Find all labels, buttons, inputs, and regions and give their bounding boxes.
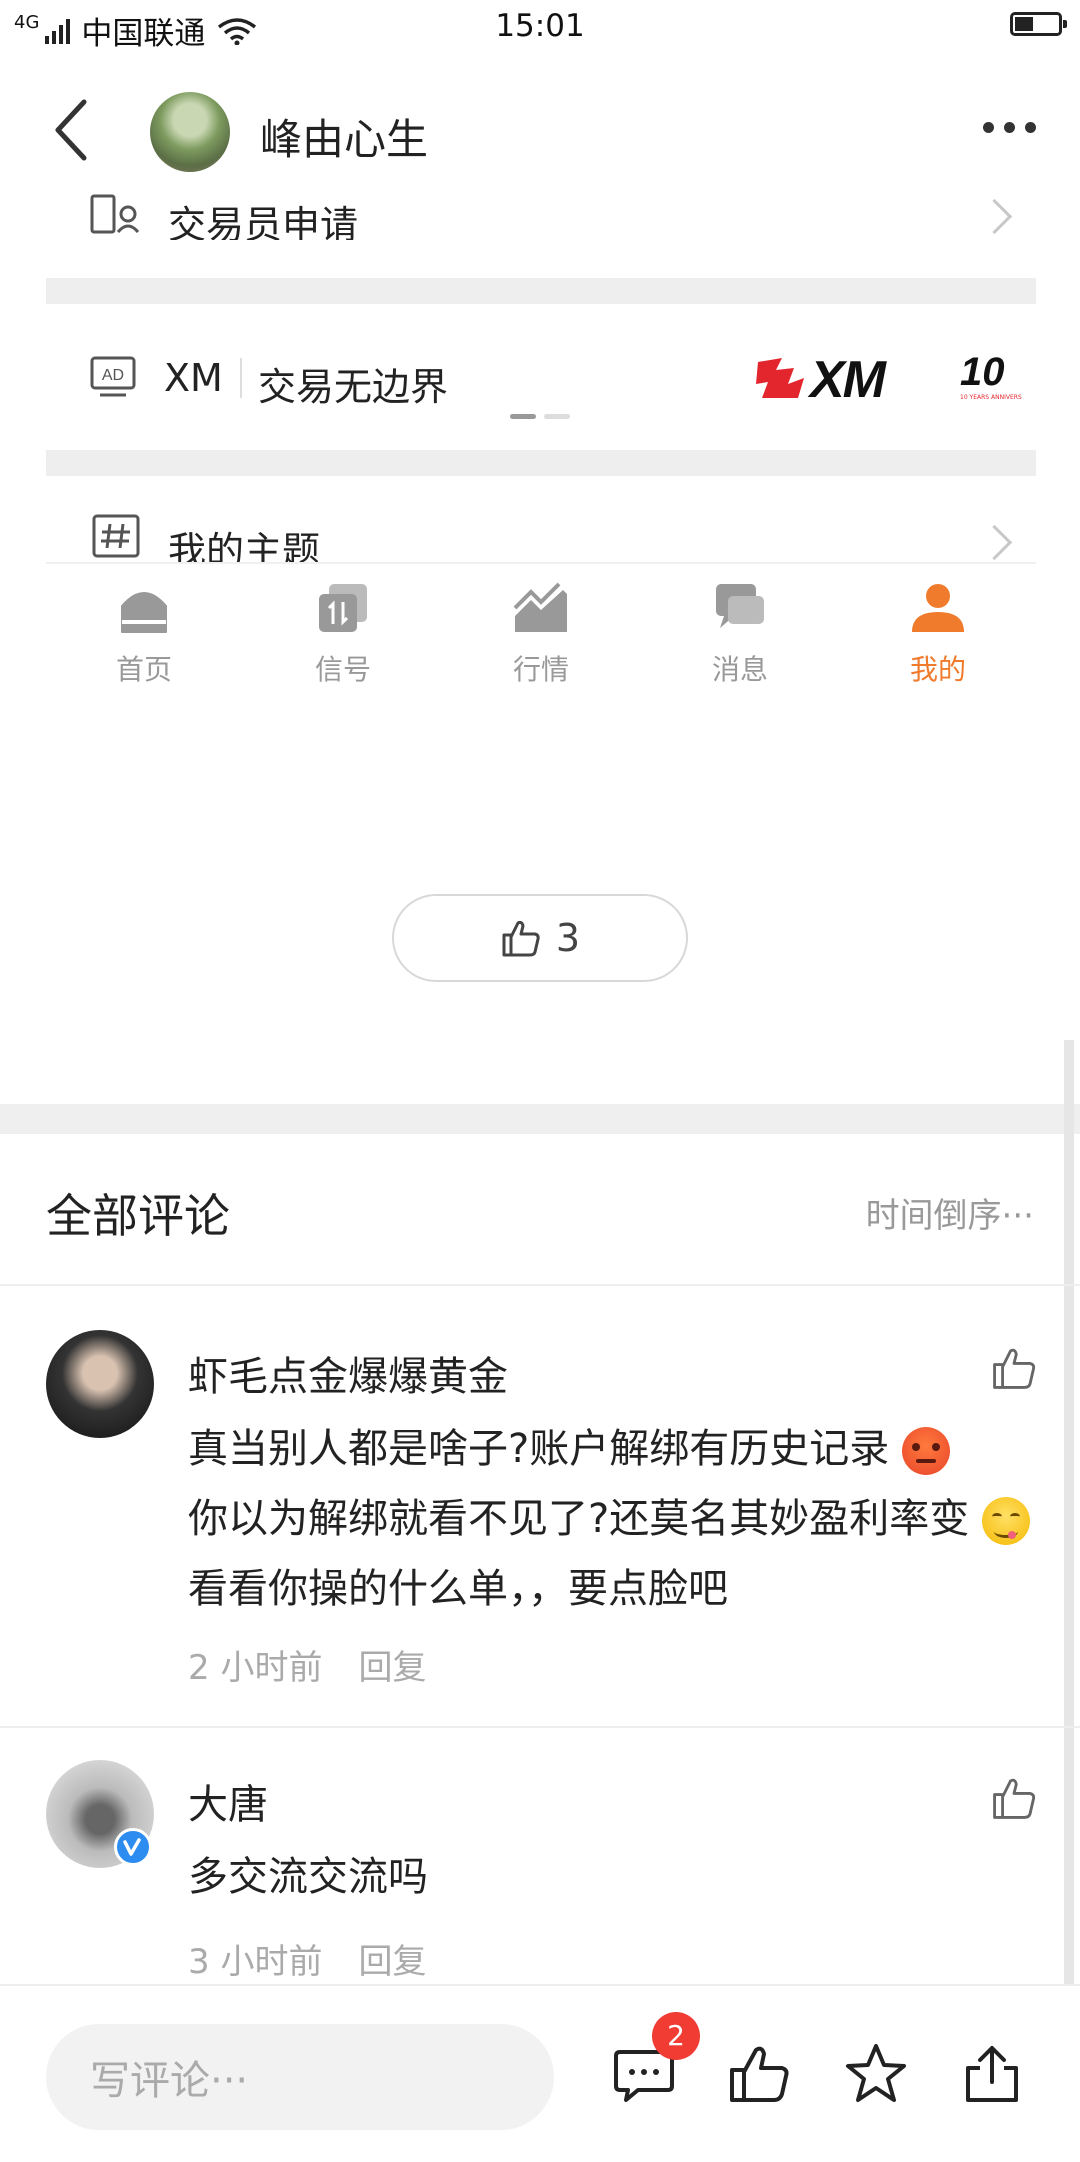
tab-label: 首页 xyxy=(115,653,172,686)
comments-title: 全部评论 xyxy=(46,1189,230,1243)
message-icon xyxy=(716,584,764,628)
divider xyxy=(0,1284,1080,1286)
scrollbar[interactable] xyxy=(1064,1040,1074,1990)
section-separator xyxy=(0,1104,1080,1134)
section-divider xyxy=(46,278,1036,304)
anniversary-text: 10 YEARS ANNIVERSARY xyxy=(960,394,1022,401)
xm-bull-icon xyxy=(756,358,804,398)
home-icon xyxy=(121,592,167,633)
clock: 15:01 xyxy=(495,8,585,44)
chevron-right-icon xyxy=(976,198,1013,235)
anniversary-badge: 10 10 YEARS ANNIVERSARY xyxy=(960,350,1022,401)
dot-icon xyxy=(1025,122,1036,133)
tab-signal[interactable]: 信号 xyxy=(243,580,443,688)
back-button[interactable] xyxy=(52,98,92,161)
ad-icon: AD xyxy=(90,356,136,397)
more-options-button[interactable] xyxy=(983,122,1036,133)
comment-like-icon[interactable] xyxy=(990,1774,1038,1822)
tab-label: 消息 xyxy=(711,653,768,686)
author-avatar[interactable] xyxy=(150,92,230,172)
svg-text:AD: AD xyxy=(102,367,124,384)
xm-logo-text: XM xyxy=(810,351,886,409)
tab-label: 信号 xyxy=(314,653,371,686)
divider xyxy=(0,1726,1080,1728)
trader-apply-label: 交易员申请 xyxy=(168,203,359,240)
my-topics-row[interactable]: 我的主题 xyxy=(46,500,1036,564)
tab-label: 行情 xyxy=(512,653,569,686)
embedded-divider xyxy=(46,562,1036,564)
comment-meta: 3 小时前 回复 xyxy=(188,1934,426,1983)
xm-logo: XM xyxy=(754,351,954,409)
comment-text-part: 看看你操的什么单，，要点脸吧 xyxy=(188,1566,728,1612)
like-count: 3 xyxy=(555,916,581,960)
hashtag-icon xyxy=(92,514,140,558)
commenter-name[interactable]: 大唐 xyxy=(188,1772,268,1830)
comment-time: 3 小时前 xyxy=(188,1942,323,1982)
dot-icon xyxy=(1004,122,1015,133)
commenter-avatar[interactable] xyxy=(46,1330,154,1438)
profile-icon xyxy=(912,584,964,632)
ad-separator xyxy=(240,358,242,398)
trader-apply-row[interactable]: 交易员申请 xyxy=(46,190,1036,240)
reply-button[interactable]: 回复 xyxy=(358,1942,426,1982)
bottom-action-bar: 写评论··· 2 xyxy=(0,1984,1080,2162)
top-nav: 峰由心生 xyxy=(0,58,1080,208)
yum-emoji-icon xyxy=(981,1497,1030,1545)
status-bar: 4G 中国联通 15:01 xyxy=(0,0,1080,58)
my-topics-label: 我的主题 xyxy=(168,529,321,564)
tab-market[interactable]: 行情 xyxy=(441,580,641,688)
ad-banner[interactable]: AD XM 交易无边界 XM 10 10 YEARS ANNIVERSARY xyxy=(46,304,1036,450)
sort-dropdown[interactable]: 时间倒序··· xyxy=(866,1188,1034,1237)
author-name[interactable]: 峰由心生 xyxy=(260,106,428,167)
commenter-name[interactable]: 虾毛点金爆爆黄金 xyxy=(188,1344,508,1402)
signal-icon xyxy=(319,584,367,632)
thumbs-up-icon[interactable] xyxy=(728,2042,792,2106)
dot-icon xyxy=(983,122,994,133)
tab-label: 我的 xyxy=(909,653,966,686)
tab-messages[interactable]: 消息 xyxy=(640,580,840,688)
battery-icon xyxy=(1010,12,1067,36)
verified-badge-icon xyxy=(114,1828,152,1866)
tab-profile[interactable]: 我的 xyxy=(838,580,1038,688)
comment-count-badge: 2 xyxy=(652,2012,700,2060)
section-divider xyxy=(46,450,1036,476)
star-icon[interactable] xyxy=(844,2042,908,2106)
tab-home[interactable]: 首页 xyxy=(44,580,244,688)
share-icon[interactable] xyxy=(960,2042,1024,2106)
chevron-right-icon xyxy=(976,524,1013,561)
comment-meta: 2 小时前 回复 xyxy=(188,1640,426,1689)
chevron-left-icon xyxy=(55,99,87,161)
angry-emoji-icon xyxy=(901,1427,950,1475)
comment-like-icon[interactable] xyxy=(990,1344,1038,1392)
trader-apply-icon xyxy=(90,194,140,234)
comment-text: 多交流交流吗 xyxy=(188,1854,428,1900)
comment-text: 真当别人都是啥子?账户解绑有历史记录 你以为解绑就看不见了?还莫名其妙盈利率变 … xyxy=(188,1414,1030,1624)
market-icon xyxy=(513,582,567,632)
ad-slogan: 交易无边界 xyxy=(258,365,449,409)
carousel-indicator xyxy=(510,414,570,420)
reply-button[interactable]: 回复 xyxy=(358,1648,426,1688)
ad-brand: XM xyxy=(164,356,223,400)
comment-text-part: 你以为解绑就看不见了?还莫名其妙盈利率变 xyxy=(188,1496,970,1542)
like-button[interactable]: 3 xyxy=(392,894,688,982)
comment-time: 2 小时前 xyxy=(188,1648,323,1688)
comment-input[interactable]: 写评论··· xyxy=(46,2024,554,2130)
thumbs-up-icon xyxy=(502,920,540,957)
comment-text-part: 真当别人都是啥子?账户解绑有历史记录 xyxy=(188,1426,890,1472)
